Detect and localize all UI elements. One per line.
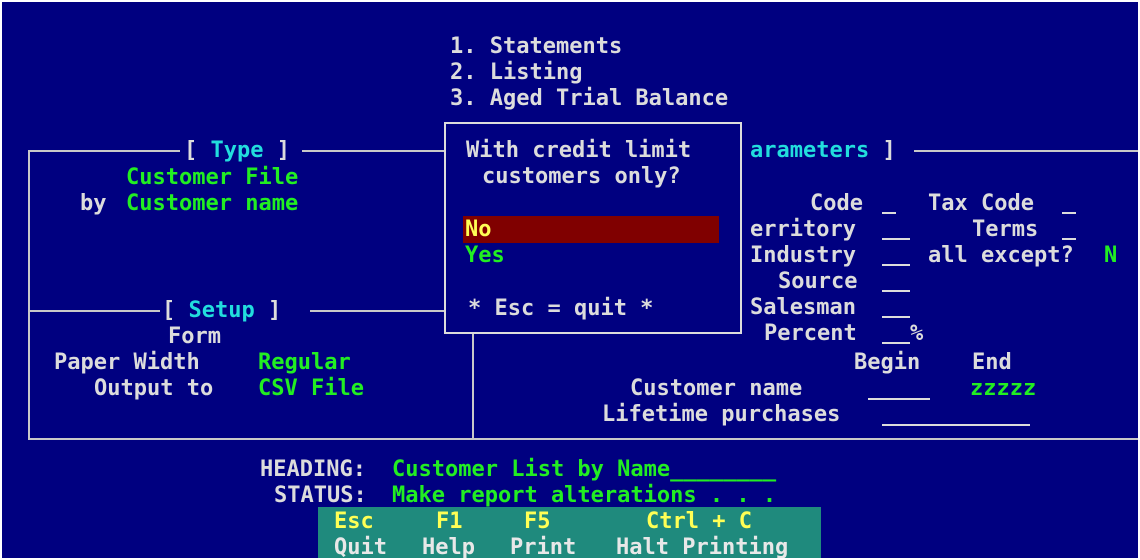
status-message: Make report alterations . . . <box>392 483 777 508</box>
paper-width-label: Paper Width <box>54 350 200 375</box>
fkey-f5-label[interactable]: Print <box>510 535 576 558</box>
bottom-border <box>28 438 1138 440</box>
function-key-bar: Esc Quit F1 Help F5 Print Ctrl + C Halt … <box>318 507 821 558</box>
dialog-question-line1: With credit limit <box>466 138 692 163</box>
terms-field[interactable] <box>1062 238 1076 240</box>
type-value-customer-name[interactable]: Customer name <box>126 191 298 217</box>
fkey-ctrl-c-label[interactable]: Halt Printing <box>616 535 788 558</box>
code-label: Code <box>810 191 863 216</box>
option-no-highlight[interactable] <box>463 216 719 243</box>
divider-vertical <box>472 334 474 438</box>
source-field[interactable] <box>882 290 910 292</box>
lifetime-purchases-label: Lifetime purchases <box>602 402 841 427</box>
industry-field[interactable] <box>882 264 910 266</box>
terms-label: Terms <box>972 217 1039 242</box>
territory-field[interactable] <box>882 238 910 240</box>
output-to-label: Output to <box>94 376 214 401</box>
dialog-question-line2: customers only? <box>482 164 681 189</box>
code-field[interactable] <box>882 212 896 214</box>
menu-item-aged-trial-balance[interactable]: 3. Aged Trial Balance <box>450 86 728 112</box>
dialog-esc-quit-hint: * Esc = quit * <box>468 296 654 321</box>
form-label: Form <box>168 324 221 349</box>
begin-label: Begin <box>854 350 921 375</box>
fkey-ctrl-c[interactable]: Ctrl + C <box>646 509 752 535</box>
type-value-customer-file[interactable]: Customer File <box>126 165 298 191</box>
menu-item-statements[interactable]: 1. Statements <box>450 34 622 60</box>
lifetime-purchases-field[interactable] <box>882 424 1030 426</box>
percent-sign: % <box>910 321 924 346</box>
option-yes[interactable]: Yes <box>465 243 505 269</box>
customer-name-end-value[interactable]: zzzzz <box>970 376 1036 402</box>
fkey-f5[interactable]: F5 <box>524 509 551 535</box>
setup-border-right <box>310 310 444 312</box>
paper-width-value[interactable]: Regular <box>258 350 351 376</box>
percent-field[interactable] <box>882 342 910 344</box>
fkey-esc-label[interactable]: Quit <box>334 535 387 558</box>
type-border-left <box>28 150 180 152</box>
menu-item-listing[interactable]: 2. Listing <box>450 60 582 86</box>
percent-label: Percent <box>764 321 857 346</box>
fkey-f1[interactable]: F1 <box>436 509 463 535</box>
terminal-screen: 1. Statements 2. Listing 3. Aged Trial B… <box>2 2 1138 558</box>
fkey-esc[interactable]: Esc <box>334 509 374 535</box>
type-border-right <box>302 150 444 152</box>
type-by-label: by <box>80 191 107 216</box>
output-to-value[interactable]: CSV File <box>258 376 364 402</box>
tax-code-label: Tax Code <box>928 191 1034 216</box>
heading-input[interactable]: Customer List by Name________ <box>392 457 776 483</box>
setup-section-title: [ Setup ] <box>162 298 282 323</box>
type-section-title: [ Type ] <box>184 138 290 163</box>
all-except-value[interactable]: N <box>1104 243 1117 269</box>
source-label: Source <box>778 269 858 294</box>
heading-label: HEADING: <box>260 457 366 482</box>
customer-name-begin-field[interactable] <box>868 398 930 400</box>
left-box-border <box>28 150 30 438</box>
salesman-label: Salesman <box>750 295 856 320</box>
fkey-f1-label[interactable]: Help <box>422 535 475 558</box>
parameters-border-right <box>914 150 1138 152</box>
setup-border-left <box>28 310 160 312</box>
all-except-label: all except? <box>928 243 1074 268</box>
territory-label: erritory <box>750 217 856 242</box>
tax-code-field[interactable] <box>1062 212 1076 214</box>
parameters-section-title: arameters ] <box>750 138 896 163</box>
option-no[interactable]: No <box>465 217 492 243</box>
industry-label: Industry <box>750 243 856 268</box>
salesman-field[interactable] <box>882 316 910 318</box>
customer-name-label: Customer name <box>630 376 803 401</box>
status-label: STATUS: <box>274 483 367 508</box>
end-label: End <box>972 350 1012 375</box>
